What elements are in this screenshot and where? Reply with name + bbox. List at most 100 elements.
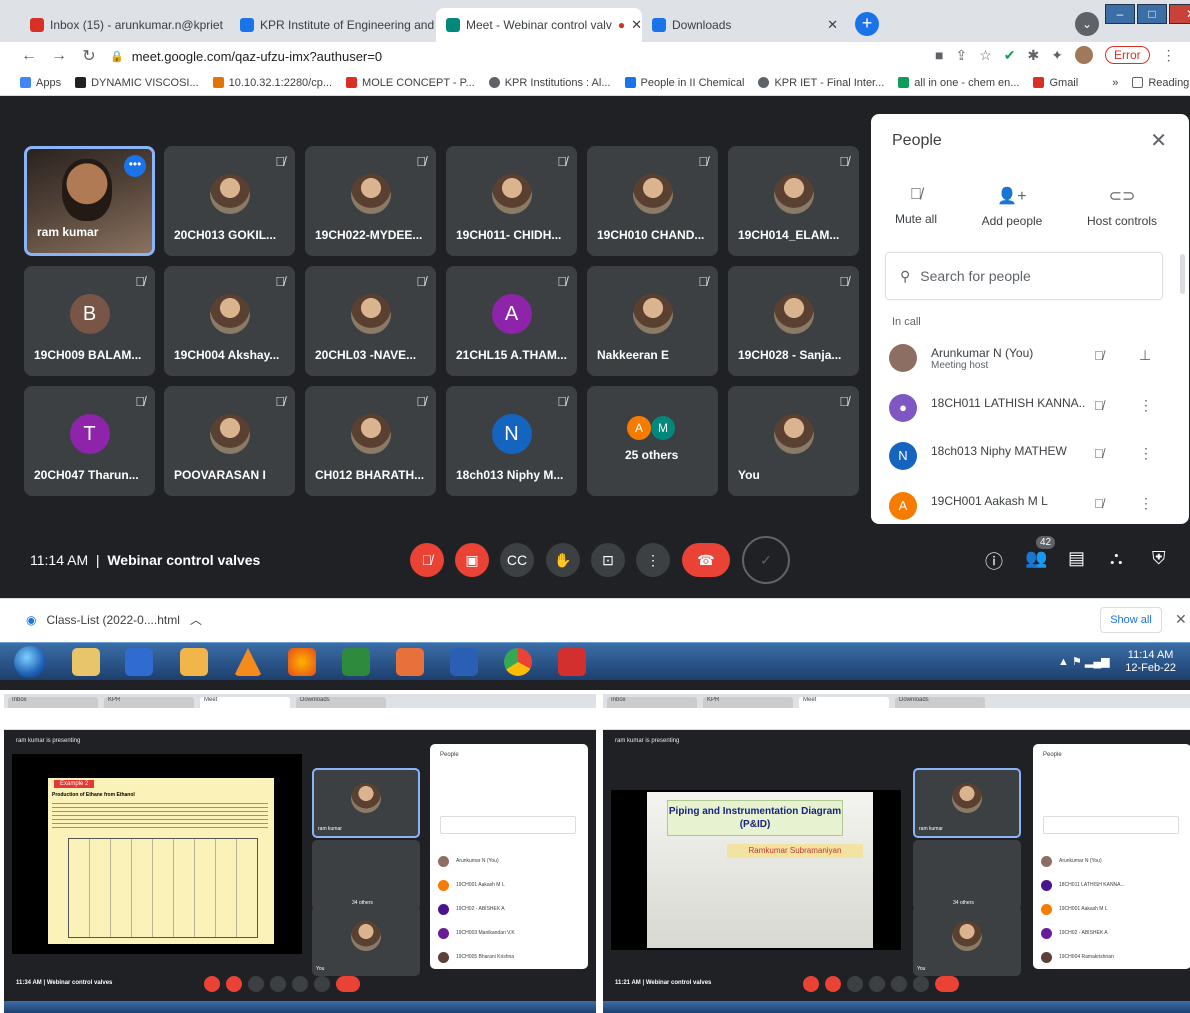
tile-options-icon[interactable]: ••• bbox=[124, 155, 146, 177]
presenter-tile[interactable]: ram kumar bbox=[312, 768, 420, 838]
media-player-icon[interactable] bbox=[125, 648, 153, 676]
clock[interactable]: 11:14 AM 12-Feb-22 bbox=[1125, 649, 1176, 675]
more-options-icon[interactable]: ⋮ bbox=[1139, 495, 1153, 512]
more-options-icon[interactable]: ⋮ bbox=[1139, 397, 1153, 414]
participant-tile[interactable]: 🎙̸ 19CH004 Akshay... bbox=[164, 266, 295, 376]
participant-row[interactable]: 19CH001 Aakash M L bbox=[438, 878, 578, 892]
excel-icon[interactable] bbox=[342, 648, 370, 676]
tab[interactable]: KPR bbox=[104, 697, 194, 708]
mic-toggle-button[interactable]: 🎙̸ bbox=[410, 543, 444, 577]
participant-row[interactable]: 18CH011 LATHISH KANNA... bbox=[1041, 878, 1181, 892]
star-icon[interactable]: ☆ bbox=[979, 47, 992, 64]
participant-row[interactable]: 19CH003 Manikandan V.K bbox=[438, 926, 578, 940]
camera-toggle-button[interactable]: ▣ bbox=[455, 543, 489, 577]
show-all-button[interactable]: Show all bbox=[1100, 607, 1162, 633]
tab-search-icon[interactable]: ⌄ bbox=[1075, 12, 1099, 36]
self-tile[interactable]: You bbox=[913, 906, 1021, 976]
tab[interactable]: Meet bbox=[799, 697, 889, 708]
mute-all-button[interactable]: 🎙̸ Mute all bbox=[871, 186, 961, 226]
maximize-button[interactable]: □ bbox=[1137, 4, 1167, 24]
participant-tile[interactable]: 🎙̸ 19CH014_ELAM... bbox=[728, 146, 859, 256]
close-icon[interactable]: ✕ bbox=[1150, 128, 1167, 153]
participant-tile[interactable]: 🎙̸ 20CHL03 -NAVE... bbox=[305, 266, 436, 376]
participant-row[interactable]: 19CH02 - ABISHEK A bbox=[1041, 926, 1181, 940]
extension-icon[interactable]: ✱ bbox=[1028, 47, 1040, 64]
bookmark-item[interactable]: KPR IET - Final Inter... bbox=[758, 77, 884, 89]
tab[interactable]: Inbox bbox=[607, 697, 697, 708]
participant-tile[interactable]: 🎙̸ 20CH013 GOKIL... bbox=[164, 146, 295, 256]
raise-hand-button[interactable] bbox=[869, 976, 885, 992]
tray-icons[interactable]: ▲ ⚑ ▂▄▆ bbox=[1058, 655, 1110, 668]
tab[interactable]: Meet bbox=[200, 697, 290, 708]
word-icon[interactable] bbox=[450, 648, 478, 676]
more-options-button[interactable] bbox=[314, 976, 330, 992]
menu-icon[interactable]: ⋮ bbox=[1162, 47, 1176, 64]
participant-row[interactable]: 19CH005 Bharani Krishna bbox=[438, 950, 578, 964]
mic-off-icon[interactable]: 🎙̸ bbox=[1094, 348, 1104, 363]
mic-off-icon[interactable]: 🎙̸ bbox=[1094, 446, 1104, 461]
participant-row[interactable]: 19CH001 Aakash M L bbox=[1041, 902, 1181, 916]
tab[interactable]: KPR bbox=[703, 697, 793, 708]
participant-row[interactable]: Arunkumar N (You) bbox=[438, 854, 578, 868]
search-input[interactable] bbox=[1043, 816, 1179, 834]
reload-icon[interactable]: ↻ bbox=[78, 46, 100, 66]
captions-button[interactable] bbox=[847, 976, 863, 992]
camera-toggle-button[interactable] bbox=[825, 976, 841, 992]
participant-tile[interactable]: A 🎙̸ 21CHL15 A.THAM... bbox=[446, 266, 577, 376]
bookmarks-more[interactable]: » bbox=[1112, 77, 1118, 89]
mic-toggle-button[interactable] bbox=[803, 976, 819, 992]
mic-off-icon[interactable]: 🎙̸ bbox=[1094, 398, 1104, 413]
chat-icon[interactable]: ▤ bbox=[1068, 548, 1085, 569]
participant-tile[interactable]: N 🎙̸ 18ch013 Niphy M... bbox=[446, 386, 577, 496]
self-video-tile[interactable]: ••• ram kumar bbox=[24, 146, 155, 256]
start-button[interactable] bbox=[14, 646, 46, 678]
present-button[interactable] bbox=[292, 976, 308, 992]
tab-kpr[interactable]: KPR Institute of Engineering and✕ bbox=[230, 8, 436, 42]
close-tab-icon[interactable]: ✕ bbox=[827, 17, 838, 33]
bookmark-item[interactable]: KPR Institutions : Al... bbox=[488, 77, 611, 89]
address-bar[interactable] bbox=[4, 708, 596, 720]
others-tile[interactable]: 34 others bbox=[913, 840, 1021, 910]
bookmark-item[interactable]: 10.10.32.1:2280/cp... bbox=[212, 77, 332, 89]
scrollbar[interactable] bbox=[1180, 254, 1185, 294]
error-button[interactable]: Error bbox=[1104, 46, 1150, 64]
participant-row[interactable]: N 18ch013 Niphy MATHEW 🎙̸ ⋮ bbox=[889, 436, 1169, 476]
present-button[interactable] bbox=[891, 976, 907, 992]
bookmark-item[interactable]: MOLE CONCEPT - P... bbox=[346, 77, 475, 89]
profile-avatar[interactable] bbox=[1074, 46, 1093, 64]
captions-button[interactable]: CC bbox=[500, 543, 534, 577]
leave-call-button[interactable]: ☎ bbox=[682, 543, 730, 577]
participant-row[interactable]: A 19CH001 Aakash M L 🎙̸ ⋮ bbox=[889, 486, 1169, 524]
bookmark-item[interactable]: DYNAMIC VISCOSI... bbox=[75, 77, 199, 89]
explorer-icon[interactable] bbox=[72, 648, 100, 676]
search-input[interactable] bbox=[440, 816, 576, 834]
presenter-tile[interactable]: ram kumar bbox=[913, 768, 1021, 838]
raise-hand-button[interactable]: ✋ bbox=[546, 543, 580, 577]
more-options-icon[interactable]: ⋮ bbox=[1139, 445, 1153, 462]
others-tile[interactable]: A M 25 others bbox=[587, 386, 718, 496]
mic-off-icon[interactable]: 🎙̸ bbox=[1094, 496, 1104, 511]
tab-downloads[interactable]: Downloads ✕ bbox=[642, 8, 848, 42]
bookmark-gmail[interactable]: Gmail bbox=[1033, 77, 1078, 89]
others-tile[interactable]: 34 others bbox=[312, 840, 420, 910]
more-options-button[interactable] bbox=[913, 976, 929, 992]
host-shield-icon[interactable]: ⛨ bbox=[1152, 548, 1166, 569]
download-item[interactable]: ◉ Class-List (2022-0....html ︿ bbox=[26, 611, 202, 628]
participant-tile[interactable]: B 🎙̸ 19CH009 BALAM... bbox=[24, 266, 155, 376]
participant-row[interactable]: 19CH004 Ramakrishnan bbox=[1041, 950, 1181, 964]
camera-toggle-button[interactable] bbox=[226, 976, 242, 992]
share-icon[interactable]: ⇪ bbox=[955, 47, 967, 64]
camera-icon[interactable]: ■ bbox=[935, 47, 943, 63]
participant-tile[interactable]: 🎙̸ Nakkeeran E bbox=[587, 266, 718, 376]
raise-hand-button[interactable] bbox=[270, 976, 286, 992]
acrobat-icon[interactable] bbox=[558, 648, 586, 676]
close-icon[interactable]: ✕ bbox=[1175, 611, 1187, 628]
host-controls-button[interactable]: ⊂⊃ Host controls bbox=[1077, 186, 1167, 228]
bookmark-item[interactable]: all in one - chem en... bbox=[898, 77, 1019, 89]
mic-toggle-button[interactable] bbox=[204, 976, 220, 992]
participant-tile[interactable]: 🎙̸ 19CH011- CHIDH... bbox=[446, 146, 577, 256]
bookmark-apps[interactable]: Apps bbox=[20, 77, 61, 89]
add-people-button[interactable]: 👤+ Add people bbox=[967, 186, 1057, 228]
participant-row[interactable]: Arunkumar N (You) bbox=[1041, 854, 1181, 868]
tab-meet[interactable]: Meet - Webinar control valv ● ✕ bbox=[436, 8, 642, 42]
